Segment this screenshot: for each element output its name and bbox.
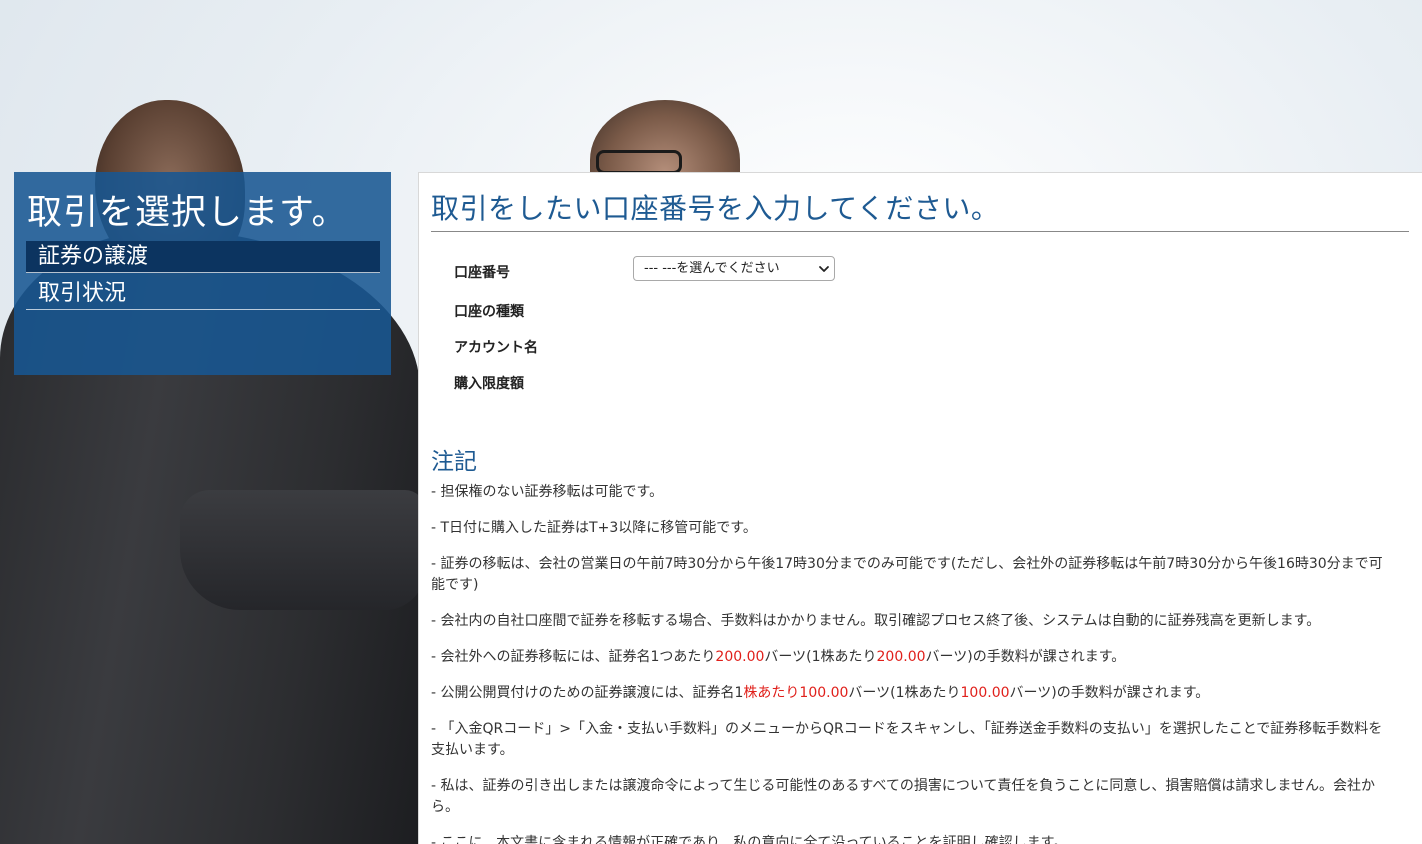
note-text: バーツ)の手数料が課されます。 bbox=[1009, 685, 1210, 701]
menu-item-securities-transfer[interactable]: 証券の譲渡 bbox=[26, 241, 380, 273]
purchase-limit-label: 購入限度額 bbox=[454, 376, 524, 392]
fee-amount: 200.00 bbox=[715, 649, 765, 665]
note-text: バーツ(1株あたり bbox=[764, 649, 877, 665]
note-text: - 会社外への証券移転には、証券名1つあたり bbox=[431, 649, 716, 665]
note-item: - 「入金QRコード」>「入金・支払い手数料」のメニューからQRコードをスキャン… bbox=[431, 721, 1383, 758]
menu-item-transaction-status[interactable]: 取引状況 bbox=[26, 278, 380, 310]
transaction-menu-panel: 取引を選択します。 証券の譲渡 取引状況 bbox=[14, 172, 391, 375]
notes-title: 注記 bbox=[431, 449, 477, 475]
account-number-select[interactable]: --- ---を選んでください bbox=[633, 256, 835, 281]
account-select-value: --- ---を選んでください bbox=[644, 261, 780, 276]
note-item: - 会社内の自社口座間で証券を移転する場合、手数料はかかりません。取引確認プロセ… bbox=[431, 613, 1321, 629]
fee-highlight: 株あたり bbox=[743, 685, 800, 701]
main-content-panel: 取引をしたい口座番号を入力してください。 口座番号 --- ---を選んでくださ… bbox=[418, 172, 1422, 844]
note-text: バーツ)の手数料が課されます。 bbox=[925, 649, 1126, 665]
notes-list: - 担保権のない証券移転は可能です。 - T日付に購入した証券はT+3以降に移管… bbox=[431, 482, 1393, 844]
background-glasses bbox=[596, 150, 682, 174]
note-item-external-fee: - 会社外への証券移転には、証券名1つあたり200.00バーツ(1株あたり200… bbox=[431, 647, 1393, 668]
fee-amount: 100.00 bbox=[960, 685, 1010, 701]
note-item: - 担保権のない証券移転は可能です。 bbox=[431, 484, 664, 500]
account-number-label: 口座番号 bbox=[454, 265, 510, 281]
background-person-left-arm bbox=[180, 490, 425, 610]
note-item: - 私は、証券の引き出しまたは譲渡命令によって生じる可能性のあるすべての損害につ… bbox=[431, 778, 1375, 815]
note-item: - T日付に購入した証券はT+3以降に移管可能です。 bbox=[431, 520, 757, 536]
account-name-label: アカウント名 bbox=[454, 340, 538, 356]
note-text: - 公開公開買付けのための証券譲渡には、証券名1 bbox=[431, 685, 744, 701]
page-title: 取引をしたい口座番号を入力してください。 bbox=[431, 189, 1409, 232]
transaction-menu: 証券の譲渡 取引状況 bbox=[26, 241, 380, 315]
note-item: - ここに、本文書に含まれる情報が正確であり、私の意向に全て沿っていることを証明… bbox=[431, 835, 1068, 844]
menu-item-label: 取引状況 bbox=[38, 281, 127, 306]
account-type-label: 口座の種類 bbox=[454, 304, 524, 320]
note-item: - 証券の移転は、会社の営業日の午前7時30分から午後17時30分までのみ可能で… bbox=[431, 556, 1383, 593]
menu-item-label: 証券の譲渡 bbox=[38, 244, 149, 269]
fee-amount: 200.00 bbox=[876, 649, 926, 665]
fee-amount: 100.00 bbox=[799, 685, 849, 701]
note-item-tender-fee: - 公開公開買付けのための証券譲渡には、証券名1株あたり100.00バーツ(1株… bbox=[431, 683, 1393, 704]
note-text: バーツ(1株あたり bbox=[848, 685, 961, 701]
menu-panel-title: 取引を選択します。 bbox=[27, 193, 348, 233]
chevron-down-icon bbox=[819, 266, 829, 272]
